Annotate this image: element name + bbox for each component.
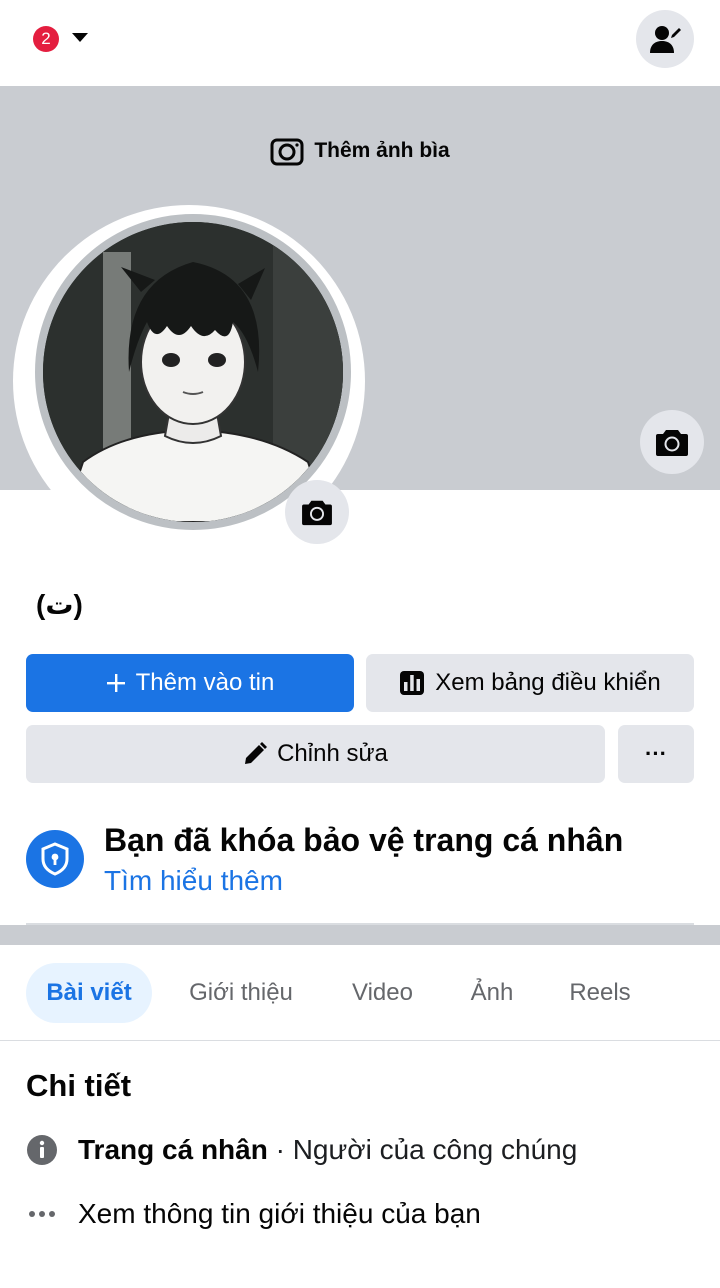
view-dashboard-button[interactable]: Xem bảng điều khiển	[366, 654, 694, 712]
edit-profile-button[interactable]: Chỉnh sửa	[26, 725, 605, 783]
view-dashboard-label: Xem bảng điều khiển	[435, 669, 661, 696]
person-edit-icon	[650, 26, 681, 53]
plus-icon	[106, 674, 125, 692]
see-about-row[interactable]: Xem thông tin giới thiệu của bạn	[26, 1198, 706, 1230]
pencil-icon	[245, 742, 268, 764]
chevron-down-icon[interactable]	[72, 33, 88, 42]
camera-outline-icon	[270, 138, 304, 166]
notification-badge[interactable]: 2	[33, 26, 59, 52]
learn-more-link[interactable]: Tìm hiểu thêm	[104, 865, 283, 897]
see-about-label: Xem thông tin giới thiệu của bạn	[78, 1198, 481, 1229]
tab-video[interactable]: Video	[330, 963, 435, 1023]
tab-reels-label: Reels	[569, 979, 631, 1006]
tab-photos-label: Ảnh	[470, 979, 514, 1006]
shield-lock-icon	[26, 830, 84, 888]
profile-switch-button[interactable]	[636, 10, 694, 68]
camera-icon	[302, 500, 332, 526]
edit-profile-picture-button[interactable]	[285, 480, 349, 544]
top-bar: 2	[0, 0, 720, 86]
profile-type-label: Trang cá nhân	[78, 1134, 268, 1165]
more-options-button[interactable]: ···	[618, 725, 694, 783]
info-icon	[26, 1134, 58, 1166]
tab-posts-label: Bài viết	[46, 979, 132, 1006]
tab-posts[interactable]: Bài viết	[26, 963, 152, 1023]
camera-icon	[656, 430, 688, 456]
tab-reels[interactable]: Reels	[550, 963, 650, 1023]
details-heading: Chi tiết	[26, 1068, 132, 1103]
add-cover-label: Thêm ảnh bìa	[314, 139, 450, 162]
edit-profile-label: Chỉnh sửa	[277, 740, 388, 767]
profile-name: (ت)	[36, 589, 83, 620]
tab-photos[interactable]: Ảnh	[452, 963, 532, 1023]
profile-tabs: Bài viết Giới thiệu Video Ảnh Reels	[0, 945, 720, 1041]
tab-about-label: Giới thiệu	[189, 979, 293, 1006]
tab-video-label: Video	[352, 979, 413, 1006]
profile-lock-title: Bạn đã khóa bảo vệ trang cá nhân	[104, 822, 624, 858]
profile-type-row: Trang cá nhân · Người của công chúng	[26, 1134, 706, 1166]
profile-lock-notice: Bạn đã khóa bảo vệ trang cá nhân Tìm hiể…	[26, 822, 696, 922]
more-horizontal-icon	[26, 1198, 58, 1230]
profile-type-value: · Người của công chúng	[267, 1134, 578, 1165]
add-to-story-label: Thêm vào tin	[135, 669, 275, 696]
more-dots-icon: ···	[645, 741, 667, 766]
section-separator	[0, 925, 720, 945]
edit-cover-camera-button[interactable]	[640, 410, 704, 474]
dashboard-icon	[400, 671, 425, 695]
avatar-illustration	[43, 222, 343, 522]
tab-about[interactable]: Giới thiệu	[170, 963, 312, 1023]
add-cover-photo-button[interactable]: Thêm ảnh bìa	[0, 136, 720, 166]
add-to-story-button[interactable]: Thêm vào tin	[26, 654, 354, 712]
